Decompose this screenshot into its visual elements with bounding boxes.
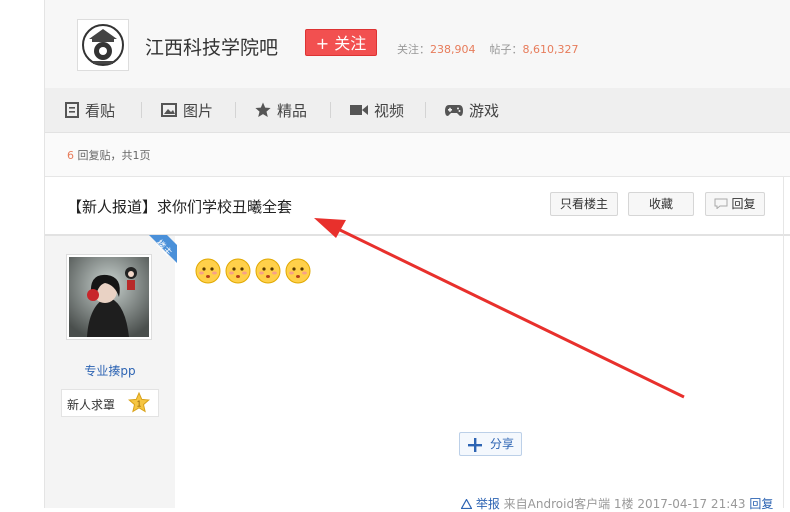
follow-button[interactable]: + 关注: [305, 29, 377, 56]
page-count: 1: [132, 149, 140, 162]
nav-tab-images[interactable]: 图片: [161, 88, 213, 132]
posts-label: 帖子：: [489, 43, 523, 56]
school-emblem-icon: [82, 24, 124, 66]
image-icon: [161, 103, 177, 117]
nav-tab-featured[interactable]: 精品: [255, 88, 307, 132]
nav-label: 图片: [183, 101, 214, 120]
member-level-badge[interactable]: 新人求罩 1: [61, 389, 159, 417]
gamepad-icon: [445, 104, 463, 116]
nav-divider: [425, 102, 426, 118]
nav-divider: [235, 102, 236, 118]
reply-count-text: 6 回复贴，共1页: [67, 147, 151, 163]
reply-count-label: 回复贴，共: [74, 149, 133, 162]
post-meta: 举报 来自Android客户端 1楼 2017-04-17 21:43 回复: [460, 495, 773, 512]
followers-label: 关注：: [397, 43, 430, 56]
reply-count: 6: [67, 149, 74, 162]
nav-tab-posts[interactable]: 看贴: [65, 88, 115, 132]
emoji-shy-icon: [285, 258, 311, 284]
page-unit: 页: [139, 149, 151, 162]
reply-button[interactable]: 回复: [705, 192, 765, 216]
star-icon: [255, 102, 271, 117]
reply-button-label: 回复: [731, 197, 756, 211]
favorite-button[interactable]: 收藏: [628, 192, 694, 216]
nav-tab-games[interactable]: 游戏: [445, 88, 499, 132]
author-name[interactable]: 专业揍pp: [45, 362, 175, 379]
share-button[interactable]: 分享: [459, 432, 522, 456]
comment-icon: [714, 198, 728, 210]
post-content: [195, 258, 311, 284]
nav-divider: [141, 102, 142, 118]
post-datetime: 2017-04-17 21:43: [637, 497, 746, 511]
followers-count: 238,904: [430, 43, 476, 56]
document-icon: [65, 102, 79, 118]
posts-count: 8,610,327: [522, 43, 579, 56]
nav-label: 精品: [277, 101, 308, 120]
post-source: 来自Android客户端: [503, 497, 611, 511]
nav-divider: [330, 102, 331, 118]
forum-name[interactable]: 江西科技学院吧: [145, 33, 278, 60]
thread-info-bar: 6 回复贴，共1页: [45, 133, 790, 177]
plus-icon: [468, 438, 482, 452]
forum-stats: 关注：238,904 帖子：8,610,327: [397, 41, 578, 57]
emoji-shy-icon: [225, 258, 251, 284]
nav-tab-video[interactable]: 视频: [350, 88, 404, 132]
emoji-shy-icon: [255, 258, 281, 284]
right-divider: [783, 177, 784, 508]
level-number: 1: [137, 400, 142, 409]
video-icon: [350, 105, 368, 115]
level-title: 新人求罩: [67, 398, 116, 412]
post-floor: 1楼: [613, 497, 634, 511]
nav-label: 视频: [374, 101, 405, 120]
level-star-icon: 1: [128, 392, 150, 413]
only-op-button[interactable]: 只看楼主: [550, 192, 618, 216]
emoji-shy-icon: [195, 258, 221, 284]
tieba-page: 江西科技学院吧 + 关注 关注：238,904 帖子：8,610,327 看贴 图…: [44, 0, 790, 511]
post-reply-link[interactable]: 回复: [749, 497, 773, 511]
thread-title-bar: 【新人报道】求你们学校丑曦全套 只看楼主 收藏 回复: [45, 177, 790, 236]
forum-logo[interactable]: [77, 19, 129, 71]
nav-label: 看贴: [85, 101, 116, 120]
share-label: 分享: [490, 437, 515, 451]
nav-label: 游戏: [469, 101, 500, 120]
thread-title: 【新人报道】求你们学校丑曦全套: [67, 198, 293, 216]
report-link[interactable]: 举报: [476, 497, 500, 511]
forum-nav: 看贴 图片 精品 视频 游戏: [45, 88, 790, 133]
forum-header: 江西科技学院吧 + 关注 关注：238,904 帖子：8,610,327: [45, 0, 790, 89]
op-corner-ribbon: 楼主: [149, 235, 177, 263]
